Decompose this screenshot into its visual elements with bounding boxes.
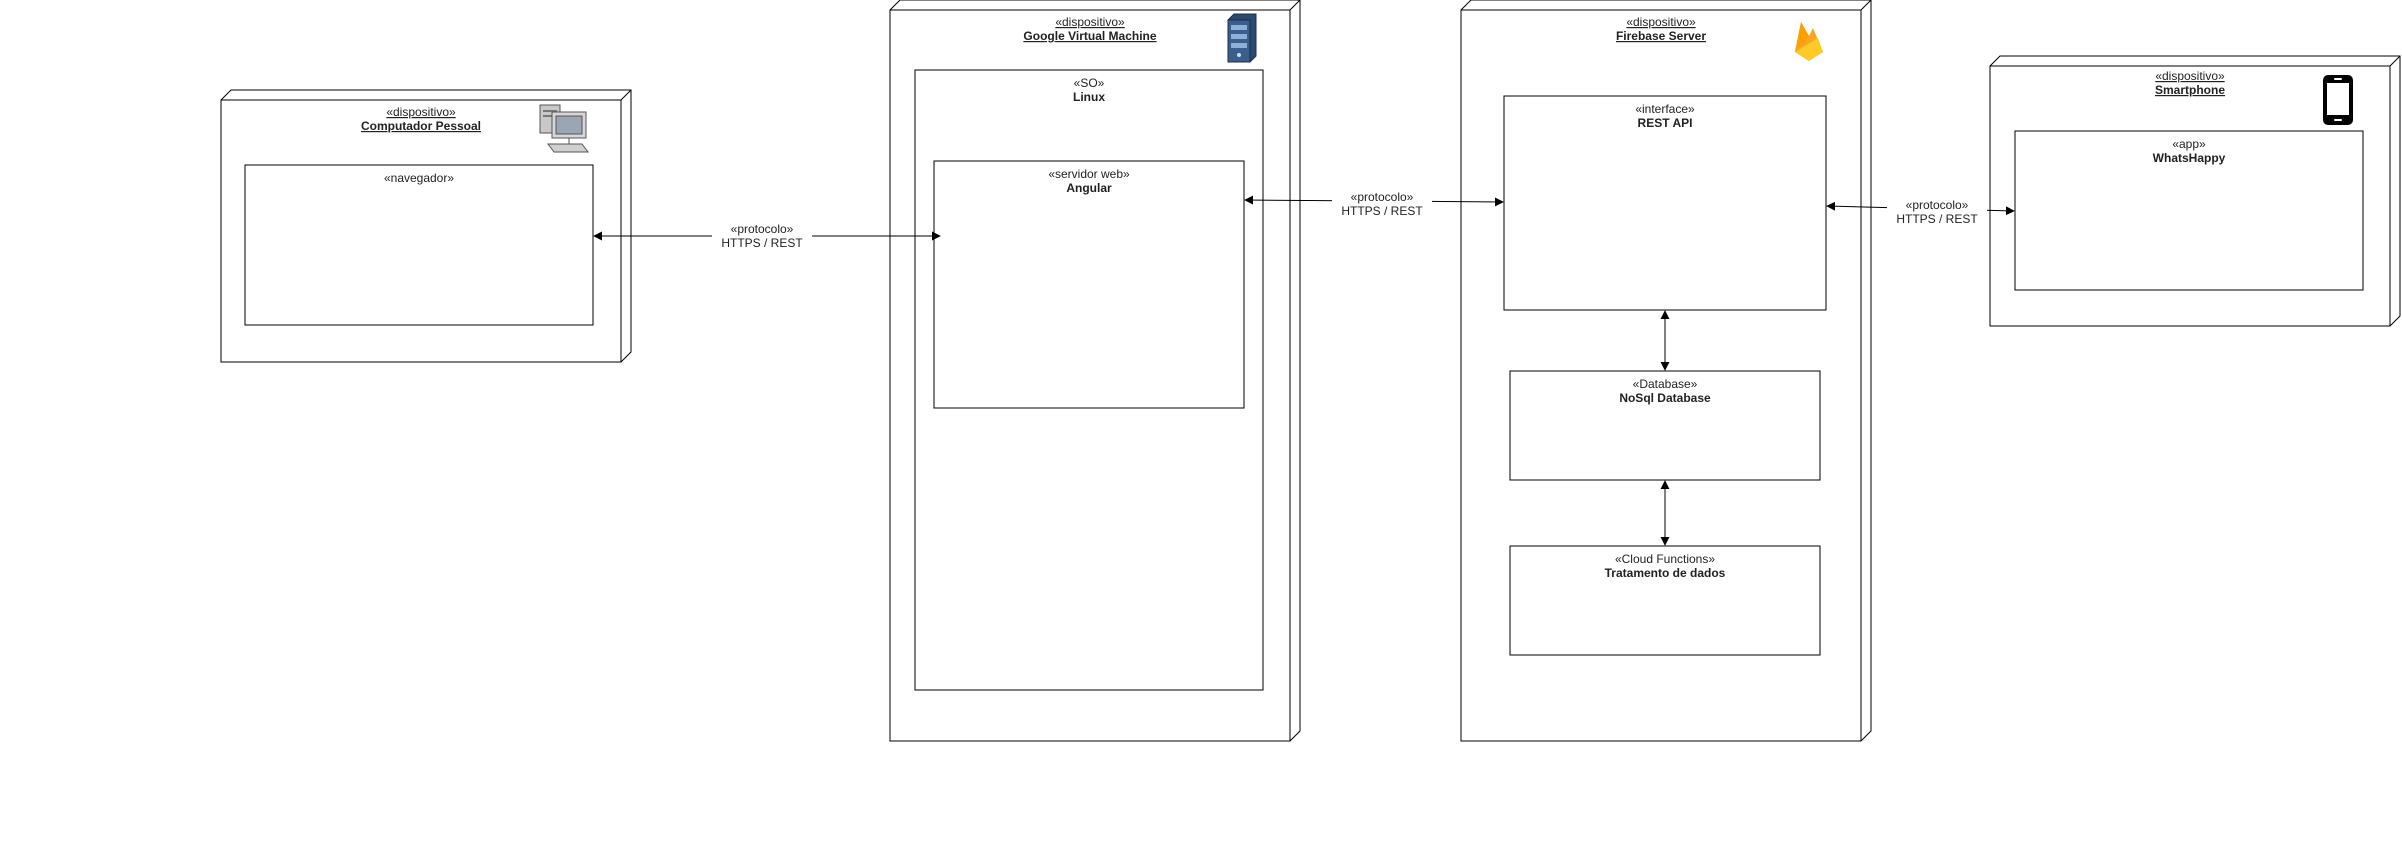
connector-pc-to-gvm[interactable]: «protocolo» HTTPS / REST xyxy=(593,220,941,250)
component-stereotype: «Cloud Functions» xyxy=(1615,552,1715,566)
component-title: REST API xyxy=(1638,116,1693,130)
component-title: Angular xyxy=(1066,181,1112,195)
node-title: Smartphone xyxy=(2155,83,2225,97)
component-title: Tratamento de dados xyxy=(1605,566,1726,580)
node-google-virtual-machine[interactable]: «dispositivo» Google Virtual Machine «SO… xyxy=(889,0,1301,742)
node-title: Google Virtual Machine xyxy=(1023,29,1156,43)
component-angular[interactable] xyxy=(933,160,1245,409)
component-stereotype: «navegador» xyxy=(384,171,454,185)
component-title: NoSql Database xyxy=(1619,391,1711,405)
component-title: Linux xyxy=(1073,90,1105,104)
connector-stereotype: «protocolo» xyxy=(1906,198,1969,212)
deployment-diagram: «dispositivo» Computador Pessoal «navega… xyxy=(220,0,2401,742)
component-stereotype: «app» xyxy=(2172,137,2206,151)
connector-label: HTTPS / REST xyxy=(721,236,803,250)
smartphone-icon xyxy=(2323,75,2353,125)
server-tower-icon xyxy=(1227,13,1257,63)
component-stereotype: «servidor web» xyxy=(1048,167,1130,181)
node-stereotype: «dispositivo» xyxy=(2155,69,2225,83)
connector-stereotype: «protocolo» xyxy=(1351,190,1414,204)
connector-label: HTTPS / REST xyxy=(1896,212,1978,226)
node-title: Computador Pessoal xyxy=(361,119,481,133)
node-stereotype: «dispositivo» xyxy=(386,105,456,119)
node-firebase-server[interactable]: «dispositivo» Firebase Server «interface… xyxy=(1460,0,1872,742)
component-stereotype: «interface» xyxy=(1635,102,1695,116)
node-smartphone[interactable]: «dispositivo» Smartphone «app» WhatsHapp… xyxy=(1989,55,2401,327)
node-stereotype: «dispositivo» xyxy=(1626,15,1696,29)
component-stereotype: «Database» xyxy=(1633,377,1698,391)
component-stereotype: «SO» xyxy=(1074,76,1105,90)
connector-label: HTTPS / REST xyxy=(1341,204,1423,218)
node-title: Firebase Server xyxy=(1616,29,1706,43)
connector-stereotype: «protocolo» xyxy=(731,222,794,236)
node-computador-pessoal[interactable]: «dispositivo» Computador Pessoal «navega… xyxy=(220,89,632,363)
node-stereotype: «dispositivo» xyxy=(1055,15,1125,29)
component-title: WhatsHappy xyxy=(2153,151,2226,165)
component-navegador[interactable] xyxy=(244,164,594,326)
